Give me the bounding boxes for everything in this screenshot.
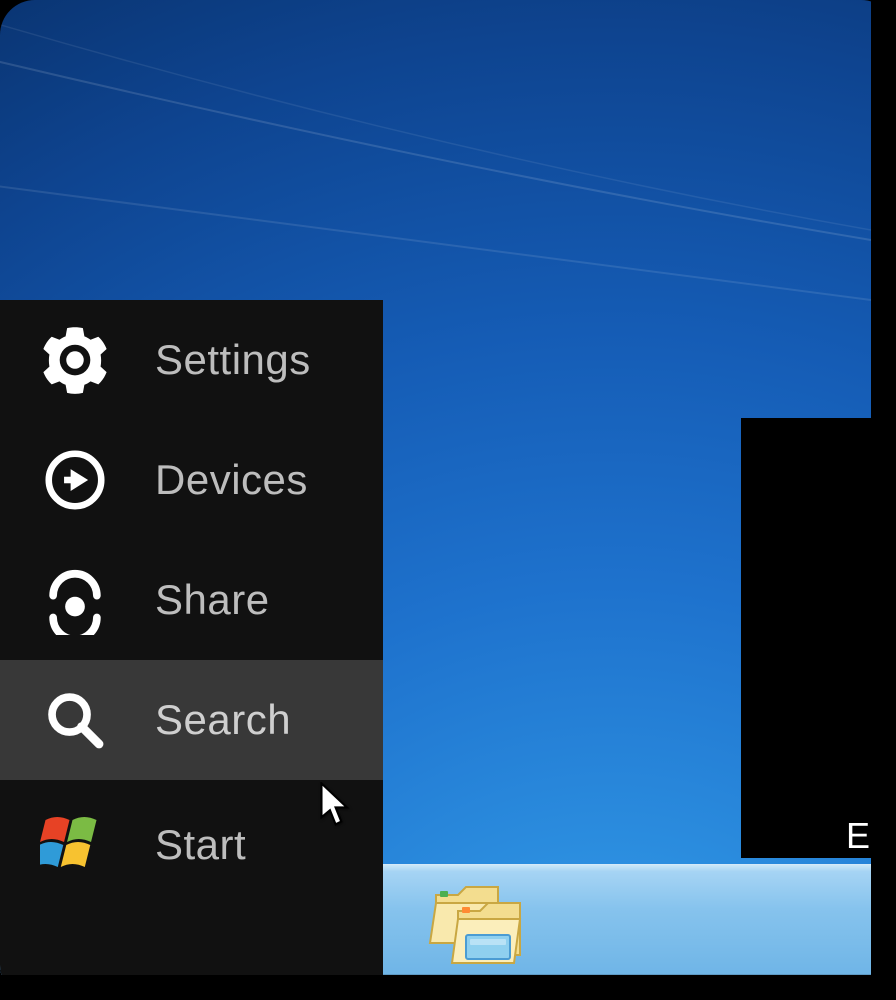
charm-label: Share bbox=[155, 576, 270, 624]
charm-label: Search bbox=[155, 696, 291, 744]
charm-label: Settings bbox=[155, 336, 311, 384]
windows-logo-icon bbox=[40, 810, 110, 880]
charm-label: Devices bbox=[155, 456, 308, 504]
charm-label: Start bbox=[155, 821, 246, 869]
mouse-cursor-icon bbox=[320, 782, 354, 830]
charm-settings[interactable]: Settings bbox=[0, 300, 383, 420]
charm-share[interactable]: Share bbox=[0, 540, 383, 660]
search-icon bbox=[40, 685, 110, 755]
charm-devices[interactable]: Devices bbox=[0, 420, 383, 540]
devices-icon bbox=[40, 445, 110, 515]
truncated-label: E bbox=[846, 815, 871, 857]
share-icon bbox=[40, 565, 110, 635]
desktop-black-panel bbox=[741, 418, 871, 858]
charm-search[interactable]: Search bbox=[0, 660, 383, 780]
file-explorer-taskbar-button[interactable] bbox=[426, 873, 526, 968]
gear-icon bbox=[40, 325, 110, 395]
charms-bar: Settings Devices bbox=[0, 300, 383, 975]
